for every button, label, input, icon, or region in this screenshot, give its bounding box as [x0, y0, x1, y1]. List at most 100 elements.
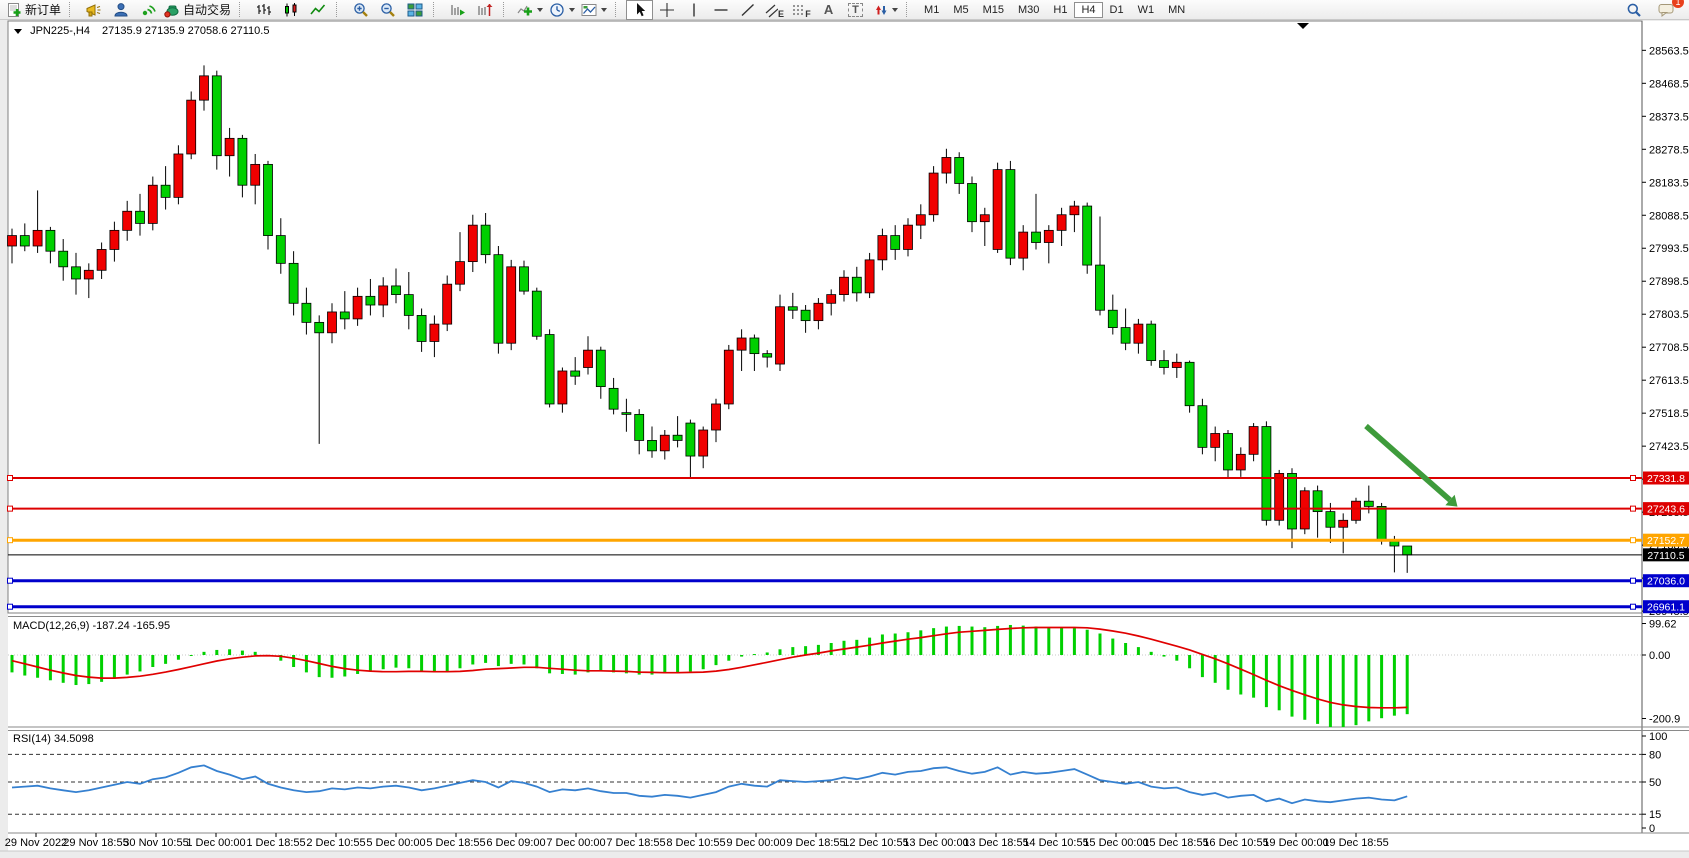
macd-bar [919, 630, 922, 655]
macd-bar [663, 655, 666, 673]
macd-bar [548, 655, 551, 673]
candle [187, 100, 196, 154]
zoom-out-button[interactable] [374, 0, 401, 20]
broadcast-button[interactable] [80, 0, 107, 20]
candle [635, 414, 644, 440]
line-handle[interactable] [1631, 506, 1636, 511]
time-axis-label: 30 Nov 10:55 [123, 837, 188, 849]
candle [1198, 406, 1207, 448]
macd-bar [779, 649, 782, 655]
tf-m1-button[interactable]: M1 [917, 2, 946, 18]
candle [20, 236, 29, 246]
arrows-button[interactable] [869, 0, 901, 20]
macd-bar [1201, 655, 1204, 677]
line-handle[interactable] [1631, 578, 1636, 583]
tf-h4-button[interactable]: H4 [1074, 2, 1102, 18]
macd-bar [830, 643, 833, 655]
macd-bar [983, 627, 986, 655]
svg-text:28373.5: 28373.5 [1649, 111, 1689, 123]
chart-canvas[interactable]: 28563.528468.528373.528278.528183.528088… [0, 0, 1689, 858]
candle [1147, 324, 1156, 360]
chart-candles-button[interactable] [277, 0, 304, 20]
zoom-out-icon [380, 2, 396, 18]
line-handle[interactable] [8, 476, 13, 481]
channel-button[interactable]: E [761, 0, 788, 20]
cursor-button[interactable] [626, 0, 653, 20]
tf-d1-button[interactable]: D1 [1103, 2, 1131, 18]
macd-bar [305, 655, 308, 672]
macd-bar [1099, 634, 1102, 655]
time-axis-label: 1 Dec 18:55 [246, 837, 305, 849]
search-button[interactable] [1620, 0, 1647, 20]
svg-text:0.00: 0.00 [1649, 650, 1670, 662]
candle [200, 76, 209, 100]
tf-mn-button[interactable]: MN [1161, 2, 1192, 18]
text-label-button[interactable]: T [842, 0, 869, 20]
dropdown-caret [537, 8, 543, 12]
candle [1326, 512, 1335, 528]
line-handle[interactable] [1631, 604, 1636, 609]
signals-button[interactable] [134, 0, 161, 20]
candle [1070, 206, 1079, 215]
indicators-button[interactable] [514, 0, 546, 20]
time-axis-label: 7 Dec 00:00 [546, 837, 605, 849]
chart-background [0, 21, 1689, 851]
crosshair-button[interactable] [653, 0, 680, 20]
macd-bar [241, 651, 244, 655]
line-handle[interactable] [1631, 476, 1636, 481]
tf-w1-button[interactable]: W1 [1131, 2, 1162, 18]
macd-bar [1111, 639, 1114, 655]
macd-bar [1163, 655, 1166, 657]
candle [673, 435, 682, 440]
fibonacci-button[interactable]: F [788, 0, 815, 20]
text-button[interactable]: A [815, 0, 842, 20]
tile-windows-button[interactable] [401, 0, 428, 20]
line-handle[interactable] [1631, 538, 1636, 543]
time-axis-label: 5 Dec 00:00 [366, 837, 425, 849]
tf-m15-button[interactable]: M15 [976, 2, 1011, 18]
community-button[interactable] [107, 0, 134, 20]
symbol-period-label: JPN225-,H4 [30, 25, 90, 37]
zoom-in-button[interactable] [347, 0, 374, 20]
macd-bar [164, 655, 167, 664]
time-axis-label: 13 Dec 18:55 [963, 837, 1028, 849]
candle [878, 236, 887, 260]
price-line-label: 27243.6 [1647, 504, 1685, 516]
candle [443, 284, 452, 324]
macd-bar [1060, 628, 1063, 655]
line-handle[interactable] [8, 506, 13, 511]
horizontal-line-button[interactable] [707, 0, 734, 20]
line-handle[interactable] [8, 604, 13, 609]
macd-bar [1406, 655, 1409, 714]
collapse-triangle-icon[interactable] [14, 29, 22, 34]
autotrading-button[interactable]: 自动交易 [161, 0, 234, 20]
macd-bar [958, 626, 961, 655]
candle [123, 211, 132, 230]
macd-bar [753, 654, 756, 655]
tf-h1-button[interactable]: H1 [1046, 2, 1074, 18]
chart-shift-button[interactable] [471, 0, 498, 20]
tf-m30-button[interactable]: M30 [1011, 2, 1046, 18]
macd-bar [203, 652, 206, 655]
macd-bar [395, 655, 398, 668]
candle [276, 236, 285, 264]
trendline-button[interactable] [734, 0, 761, 20]
line-handle[interactable] [8, 538, 13, 543]
chart-line-button[interactable] [304, 0, 331, 20]
periods-button[interactable] [546, 0, 578, 20]
svg-text:27423.5: 27423.5 [1649, 441, 1689, 453]
vertical-line-button[interactable] [680, 0, 707, 20]
candle [904, 225, 913, 249]
templates-button[interactable] [578, 0, 610, 20]
candle [507, 267, 516, 343]
macd-bar [1022, 626, 1025, 655]
person-icon [113, 2, 129, 18]
tf-m5-button[interactable]: M5 [946, 2, 975, 18]
new-order-button[interactable]: 新订单 [3, 0, 64, 20]
auto-scroll-button[interactable] [444, 0, 471, 20]
chat-button[interactable]: 1 [1653, 0, 1680, 20]
chart-bars-button[interactable] [250, 0, 277, 20]
svg-text:15: 15 [1649, 809, 1661, 821]
line-handle[interactable] [8, 578, 13, 583]
candle [430, 324, 439, 341]
